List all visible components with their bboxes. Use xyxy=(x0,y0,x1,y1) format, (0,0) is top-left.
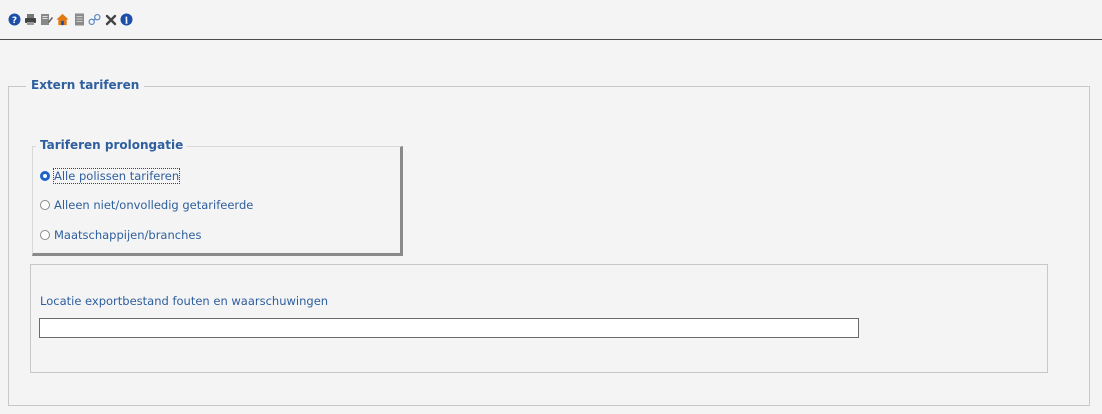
document-icon[interactable] xyxy=(73,13,86,26)
locatie-exportbestand-input[interactable] xyxy=(39,318,859,338)
info-icon[interactable]: i xyxy=(120,13,133,26)
home-icon[interactable] xyxy=(56,13,69,26)
svg-text:?: ? xyxy=(12,16,17,26)
extern-tariferen-legend: Extern tariferen xyxy=(26,77,145,93)
radio-option-maatschappijen-branches[interactable]: Maatschappijen/branches xyxy=(40,227,201,243)
link-icon[interactable] xyxy=(88,13,101,26)
radio-option-alle-polissen[interactable]: Alle polissen tariferen xyxy=(40,168,181,184)
radio-button[interactable] xyxy=(40,200,50,210)
radio-option-alleen-niet-onvolledig[interactable]: Alleen niet/onvolledig getarifeerde xyxy=(40,197,253,213)
radio-label[interactable]: Alle polissen tariferen xyxy=(52,168,181,184)
print-icon[interactable] xyxy=(24,13,37,26)
radio-button-selected[interactable] xyxy=(40,171,50,181)
locatie-label: Locatie exportbestand fouten en waarschu… xyxy=(40,294,329,308)
tariferen-prolongatie-legend: Tariferen prolongatie xyxy=(36,137,188,153)
help-icon[interactable]: ? xyxy=(8,13,21,26)
document-edit-icon[interactable] xyxy=(40,13,53,26)
svg-text:i: i xyxy=(125,16,129,26)
radio-label[interactable]: Alleen niet/onvolledig getarifeerde xyxy=(54,198,253,212)
radio-button[interactable] xyxy=(40,230,50,240)
radio-label[interactable]: Maatschappijen/branches xyxy=(54,228,201,242)
toolbar: ? i xyxy=(0,0,1102,40)
close-icon[interactable] xyxy=(104,13,117,26)
